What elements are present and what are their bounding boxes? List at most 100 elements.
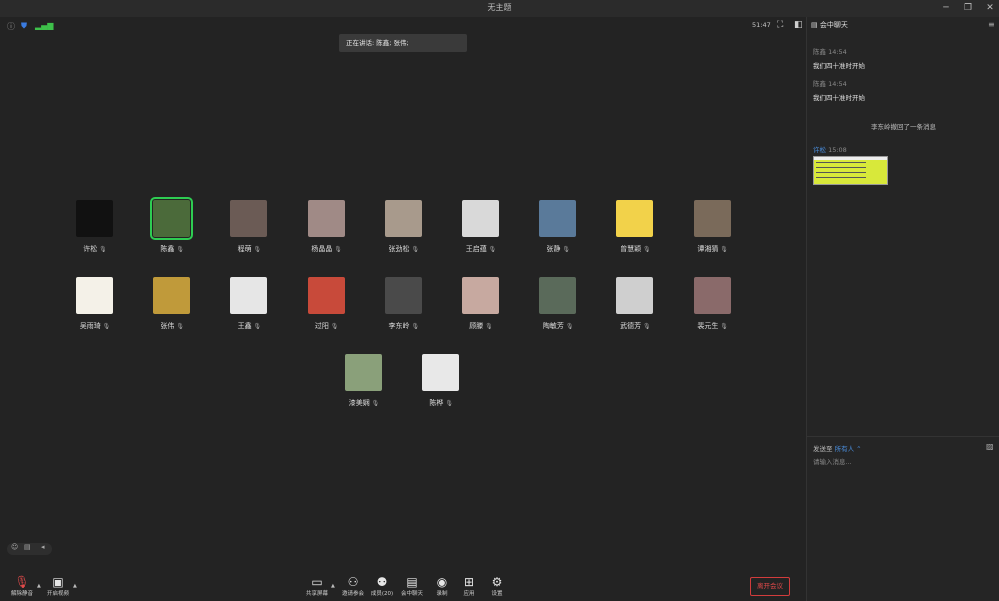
chat-panel: ▤ 会中聊天 ≡ 陈鑫 14:54 我们四十准时开始 陈鑫 14:54 我们四十… [806,17,999,601]
avatar [345,354,382,391]
participant-tile[interactable]: 谭湘猜 🎙︎ [683,200,743,260]
mic-icon: 🎙︎ [641,323,651,330]
participant-name: 谭湘猜 🎙︎ [697,245,728,253]
signal-icon[interactable]: ▂▄▆ [35,21,53,30]
add-person-icon: ⚇ [347,575,359,589]
menu-icon[interactable]: ≡ [988,20,995,29]
avatar [230,200,268,237]
participant-name: 张静 🎙︎ [546,245,570,253]
participant-tile[interactable]: 许松 🎙︎ [65,200,125,260]
participant-tile[interactable]: 张静 🎙︎ [528,200,588,260]
participant-tile[interactable]: 王鑫 🎙︎ [219,277,279,337]
participant-name: 过阳 🎙︎ [314,322,339,330]
participant-name: 陈鑫 🎙︎ [160,245,184,253]
members-icon: ⚉ [376,575,388,589]
participant-name: 程萌 🎙︎ [237,245,262,253]
meeting-timer: 51:47 [752,21,771,29]
avatar [462,277,499,314]
close-button[interactable]: ✕ [978,1,999,15]
participant-tile[interactable]: 李东岭 🎙︎ [374,277,434,337]
chat-message: 陈鑫 14:54 我们四十准时开始 [813,48,865,70]
mic-icon: 🎙︎ [100,323,111,330]
avatar [307,277,345,314]
participant-tile[interactable]: 陶敏芳 🎙︎ [528,277,588,337]
mic-icon: 🎙︎ [369,400,380,407]
participant-name: 顾滕 🎙︎ [469,322,493,330]
mic-icon: 🎙︎ [328,323,339,330]
participant-tile[interactable]: 曾慧颖 🎙︎ [605,200,665,260]
chat-input[interactable]: 请输入消息... [813,456,852,466]
mic-icon: 🎙︎ [563,323,574,330]
participant-tile[interactable]: 陈鑫 🎙︎ [142,197,202,260]
participant-tile[interactable]: 吴雨琦 🎙︎ [65,277,125,337]
participant-tile[interactable]: 顾滕 🎙︎ [451,277,511,337]
avatar [76,277,113,314]
mic-icon: 🎙︎ [443,400,453,407]
participant-tile[interactable]: 张伟 🎙︎ [142,277,202,337]
leave-meeting-button[interactable]: 离开会议 [750,577,790,596]
mic-icon: 🎙︎ [718,323,728,330]
chat-header: ▤ 会中聊天 [811,21,848,29]
share-screen-button[interactable]: ▭ 共享屏幕 [301,575,333,597]
avatar [307,200,345,237]
members-button[interactable]: ⚉ 成员(20) [366,575,398,597]
settings-button[interactable]: ⚙ 设置 [481,575,513,597]
participant-name: 王鑫 🎙︎ [237,322,262,330]
avatar [153,277,191,314]
participant-name: 李东岭 🎙︎ [388,322,420,330]
avatar [384,200,422,237]
participant-tile[interactable]: 武德芳 🎙︎ [605,277,665,337]
avatar [616,277,654,314]
participant-name: 张劲松 🎙︎ [388,245,420,253]
minimize-button[interactable]: ─ [934,1,958,15]
participant-tile[interactable]: 裴元生 🎙︎ [683,277,743,337]
fullscreen-icon[interactable]: ⛶ [777,20,783,30]
mini-controls[interactable]: ☺ ▤ ◂ [7,543,52,555]
chat-bubble-icon[interactable]: ▤ [24,543,31,551]
avatar [693,277,731,314]
mic-icon: 🎙︎ [560,246,570,253]
chat-message: 陈鑫 14:54 我们四十准时开始 [813,80,865,102]
image-attachment[interactable] [813,156,888,185]
participant-tile[interactable]: 杨晶晶 🎙︎ [297,200,357,260]
participant-name: 裴元生 🎙︎ [697,322,728,330]
participant-tile[interactable]: 张劲松 🎙︎ [374,200,434,260]
participant-tile[interactable]: 程萌 🎙︎ [219,200,279,260]
participant-name: 武德芳 🎙︎ [620,322,651,330]
image-upload-icon[interactable]: ▨ [986,442,994,451]
share-options-icon[interactable]: ▲ [331,583,335,589]
start-video-button[interactable]: ▣ 开启视频 [42,575,74,597]
emoji-icon[interactable]: ☺ [11,543,18,551]
window-title: 无主题 [487,3,512,12]
participant-tile[interactable]: 陈桦 🎙︎ [411,354,471,414]
avatar [462,200,499,237]
info-icon[interactable]: ⓘ [7,21,15,32]
unmute-button[interactable]: 🎙︎ 解除静音 [6,575,38,597]
invite-button[interactable]: ⚇ 邀请参会 [337,575,369,597]
restore-button[interactable]: ❐ [956,1,980,15]
chat-button[interactable]: ▤ 会中聊天 [396,575,428,597]
participant-name: 陈桦 🎙︎ [429,399,453,407]
participant-tile[interactable]: 过阳 🎙︎ [297,277,357,337]
send-to-selector[interactable]: 发送至 所有人 ⌃ [813,443,862,453]
shield-icon[interactable]: ⛊ [21,21,27,31]
video-options-icon[interactable]: ▲ [73,583,77,589]
participant-name: 漆美娴 🎙︎ [348,399,380,407]
participant-tile[interactable]: 王启蕴 🎙︎ [451,200,511,260]
mic-icon: 🎙︎ [174,246,184,253]
avatar [422,354,460,391]
collapse-icon[interactable]: ◂ [41,543,45,551]
audio-options-icon[interactable]: ▲ [37,583,41,589]
mic-muted-icon: 🎙︎ [14,575,30,589]
video-area: ⓘ ⛊ ▂▄▆ 51:47 ⛶ ◧ 正在讲话: 陈鑫; 张伟; 许松 🎙︎ 陈鑫 … [0,17,806,601]
mic-icon: 🎙︎ [97,246,107,253]
mic-icon: 🎙︎ [251,323,262,330]
mic-icon: 🎙︎ [174,323,184,330]
layout-icon[interactable]: ◧ [794,20,803,30]
avatar [616,200,654,237]
recall-notice: 李东岭撤回了一条消息 [871,123,936,131]
mic-icon: 🎙︎ [332,246,342,253]
avatar [230,277,268,314]
chat-icon: ▤ [406,575,418,589]
participant-tile[interactable]: 漆美娴 🎙︎ [334,354,394,414]
